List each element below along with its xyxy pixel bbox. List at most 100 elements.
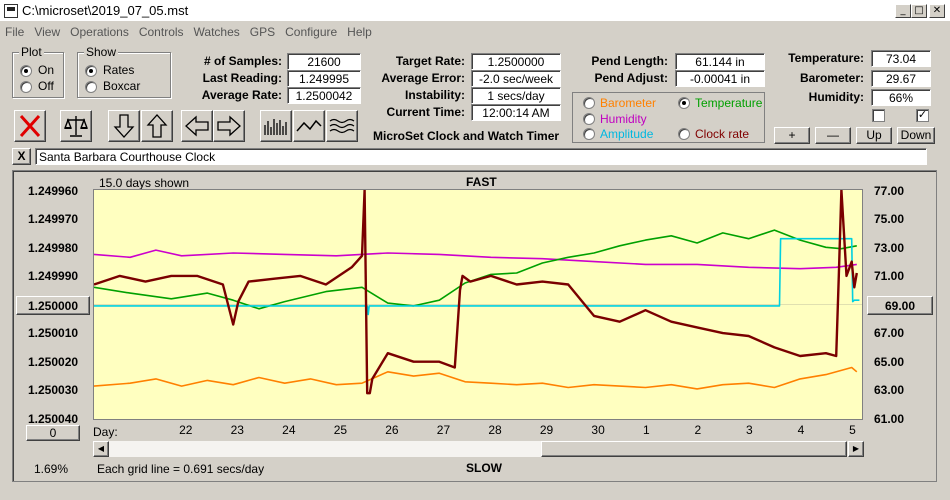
horizontal-scrollbar[interactable]: ◀ ▶ (93, 441, 864, 457)
amplitude-radio[interactable] (583, 128, 595, 140)
barometer-field: 29.67 (871, 70, 931, 87)
plot-on-label: On (38, 63, 55, 77)
menu-configure[interactable]: Configure (280, 22, 342, 39)
minus-button[interactable]: — (815, 127, 851, 144)
scroll-track (109, 441, 541, 457)
y-right-tick: 63.00 (874, 383, 905, 397)
clear-clock-button[interactable]: X (12, 148, 31, 165)
balance-button[interactable] (60, 110, 92, 142)
up-button[interactable]: Up (856, 127, 892, 144)
scroll-thumb[interactable] (541, 441, 847, 457)
down-button[interactable]: Down (897, 127, 935, 144)
samples-field: 21600 (287, 53, 361, 70)
x-tick-label: 23 (230, 423, 244, 437)
menu-file[interactable]: File (0, 22, 29, 39)
app-caption: MicroSet Clock and Watch Timer (373, 129, 560, 143)
maximize-button[interactable]: □ (911, 4, 927, 18)
y-left-tick: 1.249980 (28, 241, 79, 255)
right-axis-button[interactable]: 69.00 (867, 296, 933, 315)
offset-button[interactable]: 0 (26, 425, 80, 441)
last-reading-field: 1.249995 (287, 70, 361, 87)
scroll-left-button[interactable]: ◀ (93, 441, 109, 457)
x-tick-label: 24 (282, 423, 296, 437)
arrow-left-icon (185, 115, 209, 137)
percent-label: 1.69% (34, 462, 69, 476)
target-rate-label: Target Rate: (395, 54, 465, 68)
menu-help[interactable]: Help (342, 22, 377, 39)
plot-off-radio[interactable] (20, 81, 32, 93)
arrow-up-button[interactable] (141, 110, 173, 142)
humidity-field: 66% (871, 89, 931, 106)
y-left-tick: 1.249960 (28, 184, 79, 198)
temperature-field: 73.04 (871, 50, 931, 67)
x-tick-label: 30 (591, 423, 605, 437)
menu-operations[interactable]: Operations (65, 22, 134, 39)
x-tick-label: 22 (179, 423, 193, 437)
target-rate-field[interactable]: 1.2500000 (471, 53, 561, 70)
average-rate-label: Average Rate: (201, 88, 282, 102)
series-amplitude (94, 237, 860, 316)
barometer-radio[interactable] (583, 97, 595, 109)
arrow-right-button[interactable] (213, 110, 245, 142)
left-axis-reset-button[interactable]: 1.250000 (16, 296, 90, 315)
scroll-right-button[interactable]: ▶ (848, 441, 864, 457)
y-right-tick: 71.00 (874, 269, 905, 283)
show-rates-radio[interactable] (85, 65, 97, 77)
plus-button[interactable]: + (774, 127, 810, 144)
y-right-tick: 61.00 (874, 412, 905, 426)
rate-chart-svg (94, 190, 862, 395)
line-view-button[interactable] (293, 110, 325, 142)
humidity-label: Humidity: (808, 90, 864, 104)
grid-note: Each grid line = 0.691 secs/day (97, 462, 265, 476)
instability-label: Instability: (404, 88, 465, 102)
pend-length-field[interactable]: 61.144 in (675, 53, 765, 70)
arrow-down-button[interactable] (108, 110, 140, 142)
balance-scale-icon (63, 116, 89, 137)
minimize-button[interactable]: _ (895, 4, 911, 18)
bars-view-button[interactable] (260, 110, 292, 142)
series-barometer (94, 366, 858, 390)
line-chart-icon (296, 119, 322, 132)
plot-area[interactable] (93, 189, 863, 420)
checkbox-left[interactable] (872, 109, 885, 122)
menu-gps[interactable]: GPS (245, 22, 280, 39)
x-tick-label: 1 (642, 423, 650, 437)
temperature-option-label: Temperature (695, 96, 763, 110)
humidity-radio[interactable] (583, 113, 595, 125)
y-left-tick: 1.250020 (28, 355, 79, 369)
x-axis-ticks: 22 23 24 25 26 27 28 29 30 1 2 3 4 5 (93, 423, 863, 439)
x-tick-label: 5 (849, 423, 856, 437)
instability-field: 1 secs/day (471, 87, 561, 104)
y-right-tick: 73.00 (874, 241, 905, 255)
arrow-up-icon (146, 114, 168, 138)
checkbox-right[interactable]: ✓ (916, 109, 929, 122)
show-boxcar-radio[interactable] (85, 81, 97, 93)
wave-view-button[interactable] (326, 110, 358, 142)
average-error-field: -2.0 sec/week (471, 70, 561, 87)
pend-adjust-label: Pend Adjust: (594, 71, 668, 85)
arrow-right-icon (217, 115, 241, 137)
arrow-left-button[interactable] (181, 110, 213, 142)
clock-name-field[interactable]: Santa Barbara Courthouse Clock (35, 148, 927, 165)
x-tick-label: 2 (694, 423, 702, 437)
plot-on-radio[interactable] (20, 65, 32, 77)
y-left-tick: 1.249970 (28, 212, 79, 226)
close-window-button[interactable]: ✕ (929, 4, 945, 18)
y-left-tick: 1.249990 (28, 269, 79, 283)
x-tick-label: 29 (539, 423, 554, 437)
series-humidity (94, 249, 857, 270)
menu-controls[interactable]: Controls (134, 22, 189, 39)
bar-chart-icon (264, 119, 287, 135)
temperature-radio[interactable] (678, 97, 690, 109)
menu-watches[interactable]: Watches (189, 22, 245, 39)
clock-rate-radio[interactable] (678, 128, 690, 140)
close-x-icon (19, 114, 41, 138)
fast-label: FAST (466, 175, 497, 189)
stop-button[interactable] (14, 110, 46, 142)
menu-view[interactable]: View (29, 22, 65, 39)
y-right-tick: 75.00 (874, 212, 905, 226)
humidity-option-label: Humidity (600, 112, 647, 126)
x-tick-label: 26 (385, 423, 399, 437)
plot-group-label: Plot (19, 45, 44, 59)
clock-rate-option-label: Clock rate (695, 127, 750, 141)
